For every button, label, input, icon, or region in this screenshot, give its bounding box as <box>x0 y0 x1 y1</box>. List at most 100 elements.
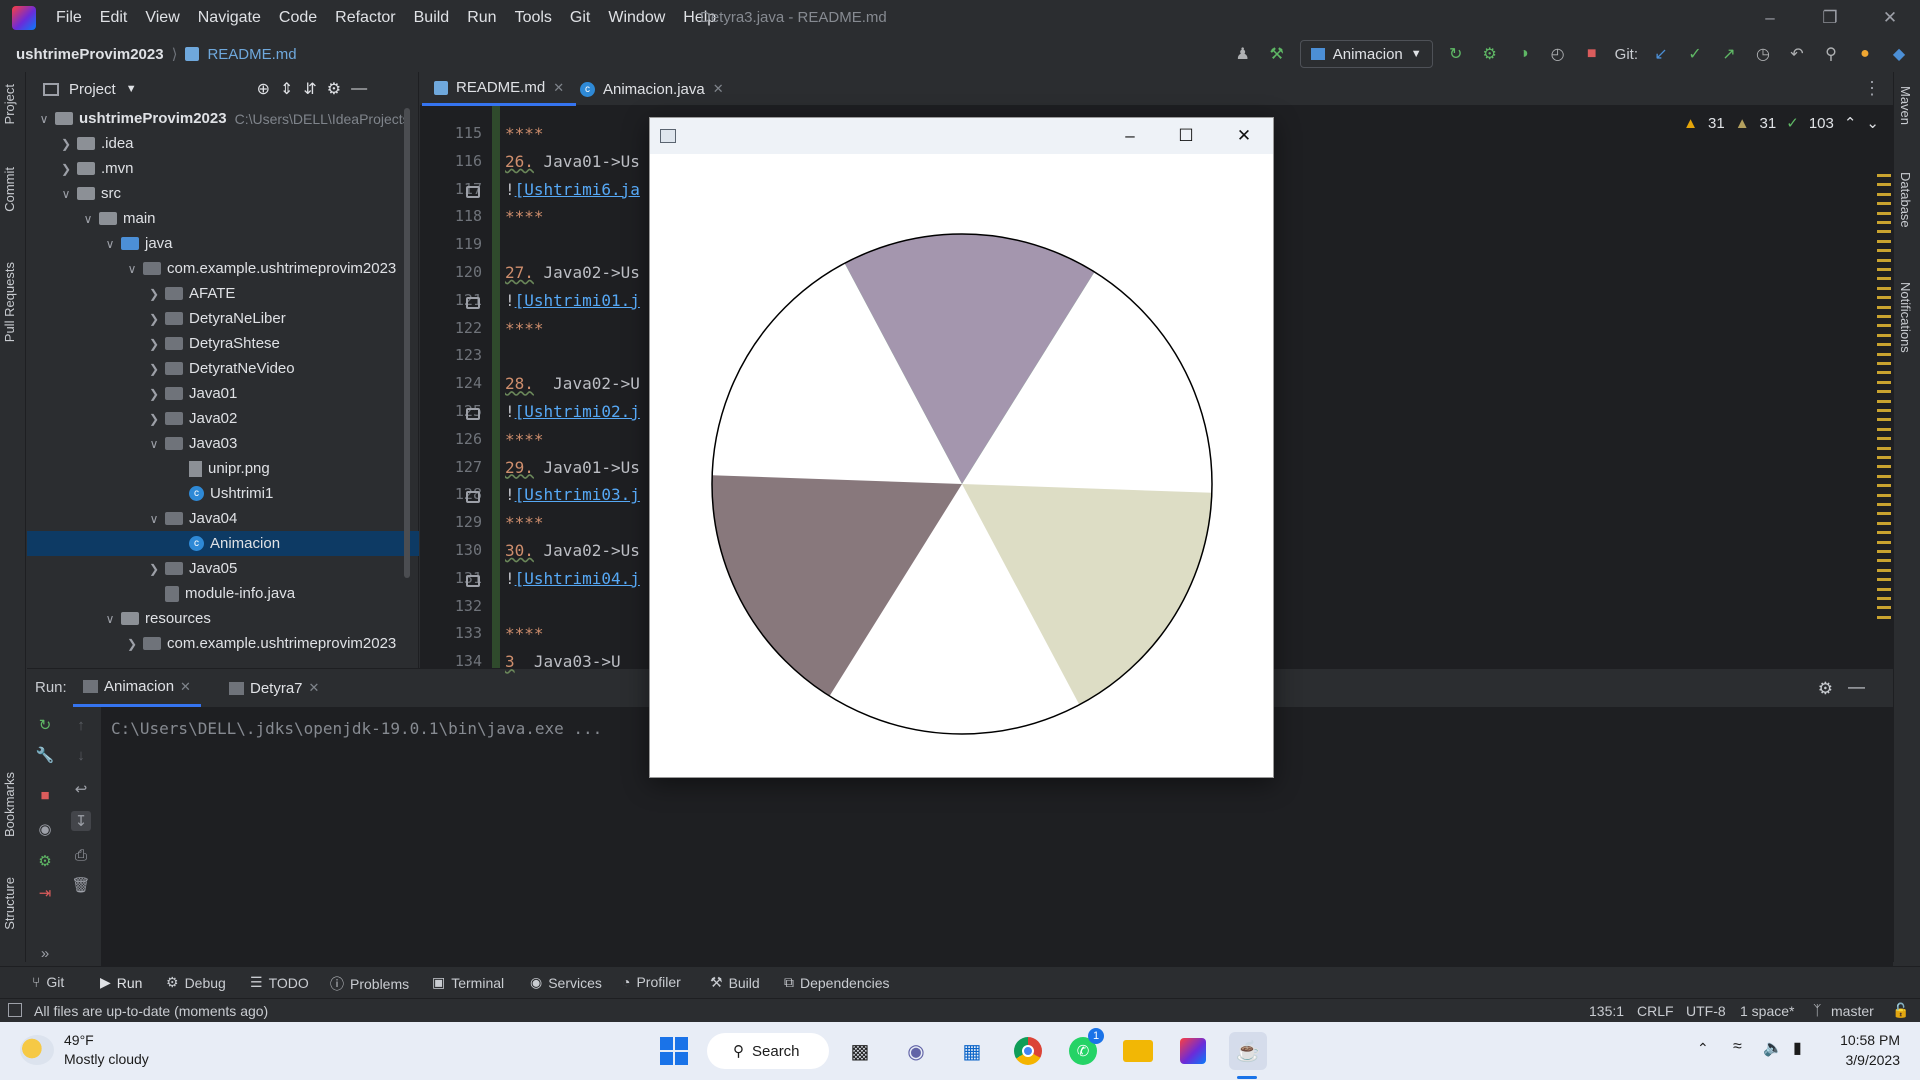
tool-tab-todo[interactable]: ☰ TODO <box>250 974 309 991</box>
intellij-taskbar-icon[interactable] <box>1174 1032 1212 1070</box>
tree-item[interactable]: ❯ Java01 <box>27 381 419 406</box>
warning-stripe-mark[interactable] <box>1877 512 1891 516</box>
project-scrollbar[interactable] <box>404 108 410 578</box>
warning-stripe-mark[interactable] <box>1877 559 1891 563</box>
java-window-icon[interactable] <box>660 129 676 143</box>
chevron-down-icon[interactable]: ∨ <box>79 212 97 226</box>
warning-stripe-mark[interactable] <box>1877 474 1891 478</box>
chevron-right-icon[interactable]: ❯ <box>123 637 141 651</box>
warning-stripe-mark[interactable] <box>1877 409 1891 412</box>
chevron-right-icon[interactable]: ❯ <box>145 387 163 401</box>
warning-stripe-mark[interactable] <box>1877 352 1891 356</box>
java-app-titlebar[interactable]: – ☐ ✕ <box>650 118 1273 154</box>
volume-icon[interactable]: 🔈 <box>1763 1038 1783 1058</box>
chevron-right-icon[interactable]: ❯ <box>145 312 163 326</box>
rerun-icon[interactable]: ↻ <box>35 715 55 735</box>
chevron-down-icon[interactable]: ∨ <box>145 512 163 526</box>
warning-stripe-mark[interactable] <box>1877 362 1891 365</box>
gear-icon[interactable]: ⚙ <box>1818 679 1833 699</box>
git-push-icon[interactable]: ↗ <box>1718 43 1740 65</box>
tree-item[interactable]: unipr.png <box>27 456 419 481</box>
tree-item[interactable]: ∨ ushtrimeProvim2023 C:\Users\DELL\IdeaPro… <box>27 106 419 131</box>
image-preview-icon[interactable] <box>466 491 480 504</box>
git-branch[interactable]: master <box>1831 1003 1874 1019</box>
warning-stripe-mark[interactable] <box>1877 183 1891 187</box>
warning-stripe-mark[interactable] <box>1877 343 1891 347</box>
menu-tools[interactable]: Tools <box>515 9 552 27</box>
tool-tab-commit[interactable]: Commit <box>2 167 17 212</box>
warning-stripe-mark[interactable] <box>1877 239 1891 243</box>
menu-file[interactable]: File <box>56 9 82 27</box>
file-encoding[interactable]: UTF-8 <box>1686 1003 1726 1019</box>
warning-stripe-mark[interactable] <box>1877 484 1891 488</box>
print-icon[interactable]: ⎙ <box>71 845 91 865</box>
tool-tab-terminal[interactable]: ▣ Terminal <box>432 974 504 991</box>
warning-stripe-mark[interactable] <box>1877 380 1891 384</box>
clock-time[interactable]: 10:58 PM <box>1834 1032 1900 1048</box>
exit-icon[interactable]: ⇥ <box>35 883 55 903</box>
soft-wrap-icon[interactable]: ↩ <box>71 779 91 799</box>
chevron-right-icon[interactable]: ❯ <box>57 137 75 151</box>
caret-position[interactable]: 135:1 <box>1589 1003 1624 1019</box>
error-stripe[interactable] <box>1875 174 1891 634</box>
project-pane-title[interactable]: Project <box>69 81 116 98</box>
menu-edit[interactable]: Edit <box>100 9 128 27</box>
tool-tab-debug[interactable]: ⚙ Debug <box>166 974 226 991</box>
stop-icon[interactable]: ■ <box>35 785 55 805</box>
tree-item[interactable]: c Animacion <box>27 531 419 556</box>
warning-stripe-mark[interactable] <box>1877 305 1891 309</box>
warning-stripe-mark[interactable] <box>1877 268 1891 271</box>
wifi-icon[interactable]: ≈ <box>1733 1038 1742 1056</box>
warning-stripe-mark[interactable] <box>1877 258 1891 262</box>
collapse-all-icon[interactable]: ⇵ <box>303 79 316 99</box>
warning-stripe-mark[interactable] <box>1877 446 1891 450</box>
chevron-down-icon[interactable]: ∨ <box>123 262 141 276</box>
chevron-down-icon[interactable]: ∨ <box>57 187 75 201</box>
warning-stripe-mark[interactable] <box>1877 540 1891 544</box>
run-tab-detyra7[interactable]: Detyra7 ✕ <box>219 669 329 707</box>
menu-navigate[interactable]: Navigate <box>198 9 261 27</box>
coverage-icon[interactable]: ◑ <box>1513 43 1535 65</box>
search-icon[interactable]: ⚲ <box>1820 43 1842 65</box>
tree-item[interactable]: ∨ Java04 <box>27 506 419 531</box>
image-preview-icon[interactable] <box>466 296 480 309</box>
java-app-taskbar-icon[interactable]: ☕ <box>1229 1032 1267 1070</box>
warning-stripe-mark[interactable] <box>1877 493 1891 497</box>
warning-stripe-mark[interactable] <box>1877 211 1891 215</box>
warning-stripe-mark[interactable] <box>1877 315 1891 318</box>
tree-item[interactable]: ❯ Java05 <box>27 556 419 581</box>
chrome-icon[interactable] <box>1009 1032 1047 1070</box>
warning-stripe-mark[interactable] <box>1877 202 1891 206</box>
stop-icon[interactable]: ■ <box>1581 43 1603 65</box>
warning-stripe-mark[interactable] <box>1877 437 1891 441</box>
menu-window[interactable]: Window <box>608 9 665 27</box>
warning-stripe-mark[interactable] <box>1877 390 1891 394</box>
rerun-icon[interactable]: ↻ <box>1445 43 1467 65</box>
chevron-right-icon[interactable]: ❯ <box>145 412 163 426</box>
debug-bug-icon[interactable]: ⚙ <box>35 851 55 871</box>
warning-stripe-mark[interactable] <box>1877 174 1891 177</box>
close-icon[interactable]: ✕ <box>1216 118 1272 154</box>
menu-refactor[interactable]: Refactor <box>335 9 395 27</box>
warning-stripe-mark[interactable] <box>1877 550 1891 553</box>
build-hammer-icon[interactable]: ⚒ <box>1266 43 1288 65</box>
whatsapp-icon[interactable]: ✆ 1 <box>1064 1028 1104 1070</box>
tree-item[interactable]: module-info.java <box>27 581 419 606</box>
more-icon[interactable]: ⋮ <box>1863 78 1881 99</box>
close-icon[interactable]: ✕ <box>1860 0 1920 36</box>
tree-item[interactable]: ❯ AFATE <box>27 281 419 306</box>
warning-stripe-mark[interactable] <box>1877 371 1891 375</box>
tree-item[interactable]: ∨ main <box>27 206 419 231</box>
previous-highlight-icon[interactable]: ⌃ <box>1844 114 1857 132</box>
tree-item[interactable]: ❯ DetyraShtese <box>27 331 419 356</box>
tree-item[interactable]: ∨ resources <box>27 606 419 631</box>
chevron-right-icon[interactable]: ❯ <box>145 337 163 351</box>
hide-icon[interactable]: — <box>351 80 367 98</box>
menu-code[interactable]: Code <box>279 9 317 27</box>
up-arrow-icon[interactable]: ↑ <box>71 715 91 735</box>
warning-stripe-mark[interactable] <box>1877 221 1891 224</box>
wrench-icon[interactable]: 🔧 <box>35 745 55 765</box>
tree-item[interactable]: ∨ src <box>27 181 419 206</box>
warning-stripe-mark[interactable] <box>1877 192 1891 196</box>
warning-stripe-mark[interactable] <box>1877 230 1891 234</box>
